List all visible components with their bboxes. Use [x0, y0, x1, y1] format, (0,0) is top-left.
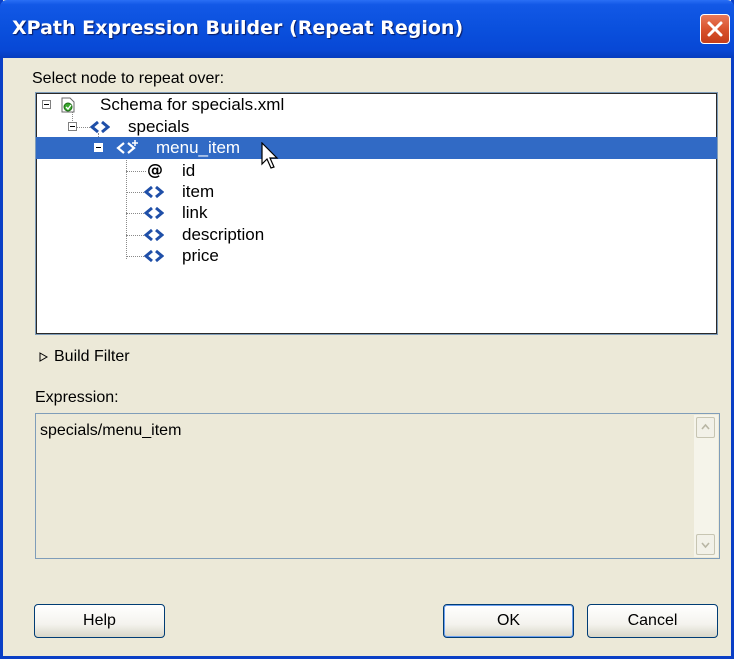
- scroll-up-button[interactable]: [696, 417, 715, 438]
- element-icon: [144, 249, 164, 263]
- schema-file-icon: [61, 97, 75, 113]
- tree-node-schema[interactable]: Schema for specials.xml: [36, 94, 717, 116]
- node-tree[interactable]: Schema for specials.xml specials menu_it…: [35, 92, 718, 335]
- close-button[interactable]: [700, 14, 730, 44]
- cancel-button[interactable]: Cancel: [587, 604, 718, 638]
- tree-node-label: Schema for specials.xml: [100, 95, 285, 114]
- close-icon: [707, 21, 723, 37]
- expression-field[interactable]: specials/menu_item: [35, 413, 720, 559]
- scroll-down-button[interactable]: [696, 534, 715, 555]
- tree-node-label: description: [182, 225, 265, 244]
- tree-node-specials[interactable]: specials: [36, 116, 717, 138]
- window-title: XPath Expression Builder (Repeat Region): [12, 17, 464, 39]
- chevron-down-icon: [701, 542, 710, 549]
- tree-node-menu-item[interactable]: menu_item: [36, 137, 717, 159]
- element-icon: [144, 206, 164, 220]
- collapse-toggle[interactable]: [42, 100, 51, 109]
- mouse-pointer-icon: [261, 142, 279, 169]
- tree-node-label: specials: [128, 117, 190, 136]
- repeating-element-icon: [116, 140, 138, 154]
- tree-label: Select node to repeat over:: [32, 70, 225, 87]
- tree-node-label: id: [182, 161, 196, 180]
- tree-node-price[interactable]: price: [36, 245, 717, 267]
- element-icon: [144, 185, 164, 199]
- tree-node-item[interactable]: item: [36, 181, 717, 203]
- attribute-icon: @: [147, 160, 163, 179]
- build-filter-label: Build Filter: [54, 348, 130, 365]
- title-bar[interactable]: XPath Expression Builder (Repeat Region): [0, 0, 734, 58]
- tree-node-label: price: [182, 246, 219, 265]
- tree-node-label: menu_item: [156, 138, 241, 157]
- collapse-toggle[interactable]: [68, 122, 77, 131]
- expression-label: Expression:: [35, 389, 119, 406]
- collapse-toggle[interactable]: [94, 143, 103, 152]
- tree-node-id[interactable]: @ id: [36, 160, 717, 182]
- help-button[interactable]: Help: [34, 604, 165, 638]
- expand-triangle-icon: [39, 352, 48, 362]
- tree-node-label: item: [182, 182, 215, 201]
- element-icon: [90, 120, 110, 134]
- expression-value: specials/menu_item: [40, 422, 182, 439]
- tree-node-label: link: [182, 203, 208, 222]
- element-icon: [144, 228, 164, 242]
- expression-scrollbar[interactable]: [694, 415, 718, 557]
- tree-node-link[interactable]: link: [36, 202, 717, 224]
- ok-button[interactable]: OK: [443, 604, 574, 638]
- dialog-window: XPath Expression Builder (Repeat Region)…: [0, 0, 734, 659]
- chevron-up-icon: [701, 423, 710, 430]
- tree-node-description[interactable]: description: [36, 224, 717, 246]
